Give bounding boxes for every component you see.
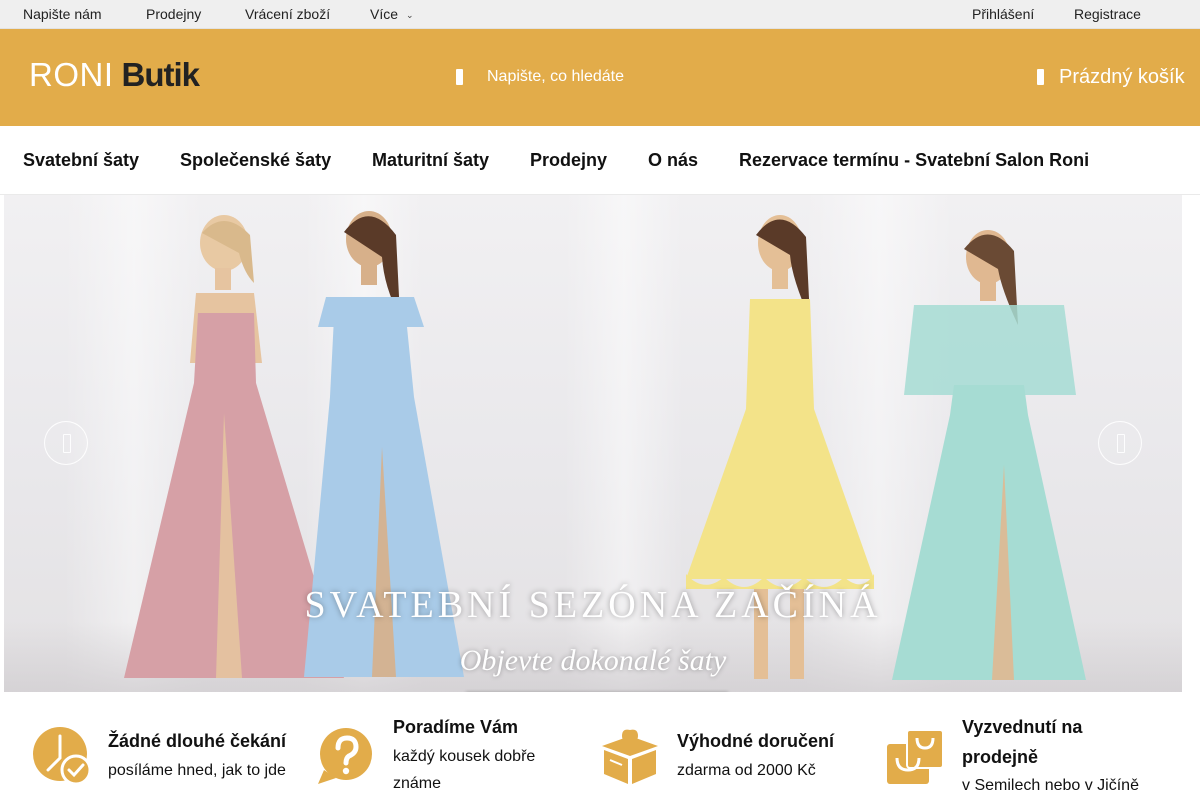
feature-title: Vyzvednutí na prodejně: [962, 712, 1112, 772]
nav-item-wedding-dresses[interactable]: Svatební šaty: [23, 150, 139, 171]
top-link-contact[interactable]: Napište nám: [23, 6, 102, 22]
cart-button[interactable]: Prázdný košík: [1035, 63, 1185, 91]
banner-subline: Objevte dokonalé šaty: [459, 644, 727, 677]
search-box: [450, 63, 807, 91]
nav-item-prom-dresses[interactable]: Maturitní šaty: [372, 150, 489, 171]
question-bubble-icon: [318, 728, 372, 784]
feature-title: Žádné dlouhé čekání: [108, 731, 287, 751]
nav-item-stores[interactable]: Prodejny: [530, 150, 607, 171]
search-icon[interactable]: [450, 66, 470, 88]
feature-title: Poradíme Vám: [393, 717, 519, 737]
gift-box-icon: [602, 729, 658, 784]
site-header: RONI Butik Prázdný košík: [0, 29, 1200, 126]
nav-item-evening-dresses[interactable]: Společenské šaty: [180, 150, 331, 171]
nav-item-reservation[interactable]: Rezervace termínu - Svatební Salon Roni: [739, 150, 1089, 171]
carousel-prev-button[interactable]: [44, 421, 88, 465]
feature-description: známe: [393, 775, 442, 792]
register-link[interactable]: Registrace: [1074, 6, 1141, 22]
feature-title: Výhodné doručení: [677, 731, 835, 751]
shopping-bag-icon: [887, 729, 944, 784]
main-navigation: Svatební šaty Společenské šaty Maturitní…: [0, 126, 1200, 195]
feature-description: v Semilech nebo v Jičíně: [962, 777, 1139, 794]
logo-text-butik: Butik: [121, 56, 200, 93]
feature-description: zdarma od 2000 Kč: [677, 762, 816, 779]
cart-icon: [1035, 67, 1047, 87]
chevron-left-icon: [63, 434, 71, 453]
top-link-more-label: Více: [370, 6, 399, 22]
feature-fast-shipping: Žádné dlouhé čekání posíláme hned, jak t…: [32, 712, 302, 800]
logo-text-roni: RONI: [29, 56, 114, 93]
top-link-returns[interactable]: Vrácení zboží: [245, 6, 330, 22]
feature-description: posíláme hned, jak to jde: [108, 762, 286, 779]
top-link-stores[interactable]: Prodejny: [146, 6, 201, 22]
banner-headline: SVATEBNÍ SEZÓNA ZAČÍNÁ: [304, 584, 882, 626]
top-link-more[interactable]: Více ⌄: [370, 6, 414, 22]
feature-title-text: Vyzvednutí na prodejně: [962, 717, 1083, 767]
search-input[interactable]: [487, 68, 807, 86]
clock-check-icon: [33, 727, 92, 786]
chevron-down-icon: ⌄: [406, 10, 414, 20]
feature-description: každý kousek dobře: [393, 748, 536, 765]
feature-advice: Poradíme Vám každý kousek dobře známe: [316, 712, 586, 800]
login-link[interactable]: Přihlášení: [972, 6, 1034, 22]
carousel-next-button[interactable]: [1098, 421, 1142, 465]
chevron-right-icon: [1117, 434, 1125, 453]
hero-banner[interactable]: SVATEBNÍ SEZÓNA ZAČÍNÁ Objevte dokonalé …: [4, 195, 1182, 692]
feature-pickup: Vyzvednutí na prodejně v Semilech nebo v…: [885, 712, 1175, 800]
top-bar: Napište nám Prodejny Vrácení zboží Více ⌄…: [0, 0, 1200, 29]
site-logo[interactable]: RONI Butik: [29, 55, 200, 95]
feature-delivery: Výhodné doručení zdarma od 2000 Kč: [600, 712, 870, 800]
nav-item-about[interactable]: O nás: [648, 150, 698, 171]
cart-label: Prázdný košík: [1059, 65, 1185, 88]
